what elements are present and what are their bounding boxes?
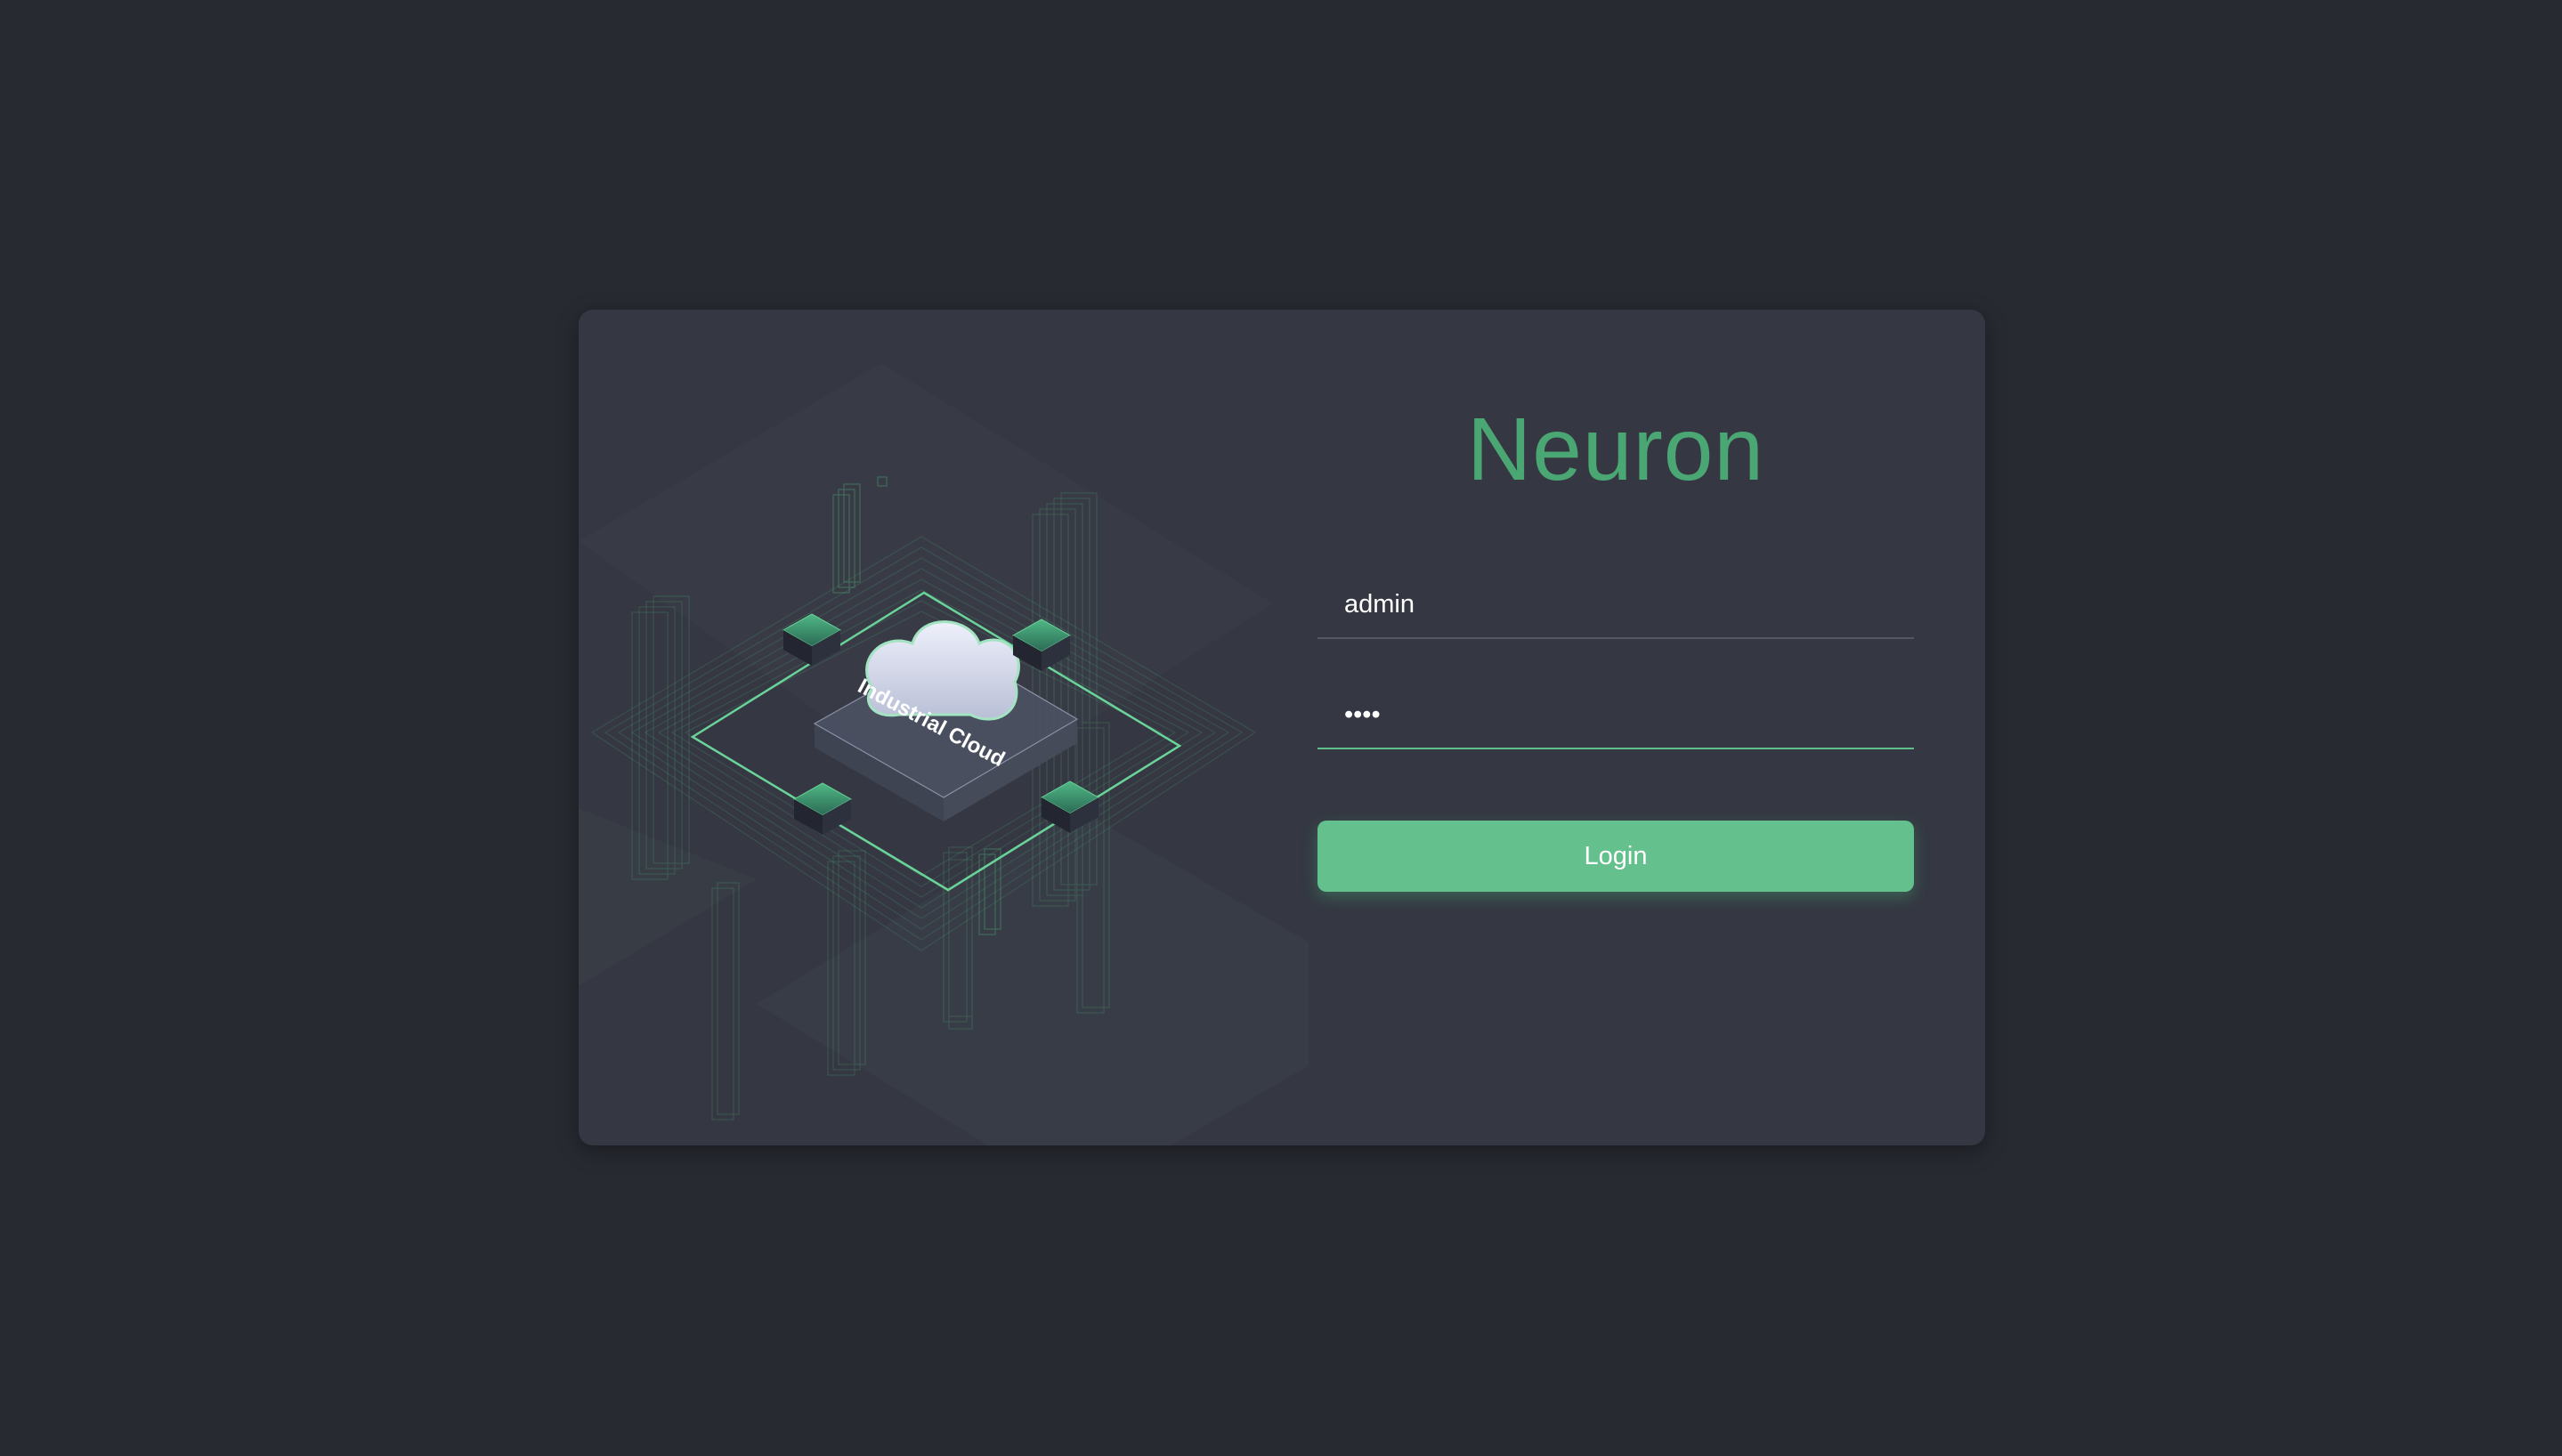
brand-title: Neuron bbox=[1467, 400, 1764, 499]
industrial-cloud-illustration: Industrial Cloud bbox=[579, 310, 1309, 1145]
password-field-wrapper bbox=[1317, 684, 1914, 749]
username-input[interactable] bbox=[1317, 573, 1914, 635]
password-input[interactable] bbox=[1317, 684, 1914, 746]
login-card: Industrial Cloud Neuron admin Login bbox=[579, 310, 1985, 1145]
login-button[interactable]: Login bbox=[1317, 821, 1914, 892]
login-form: Neuron Login bbox=[1317, 310, 1914, 1145]
username-field-wrapper bbox=[1317, 573, 1914, 639]
